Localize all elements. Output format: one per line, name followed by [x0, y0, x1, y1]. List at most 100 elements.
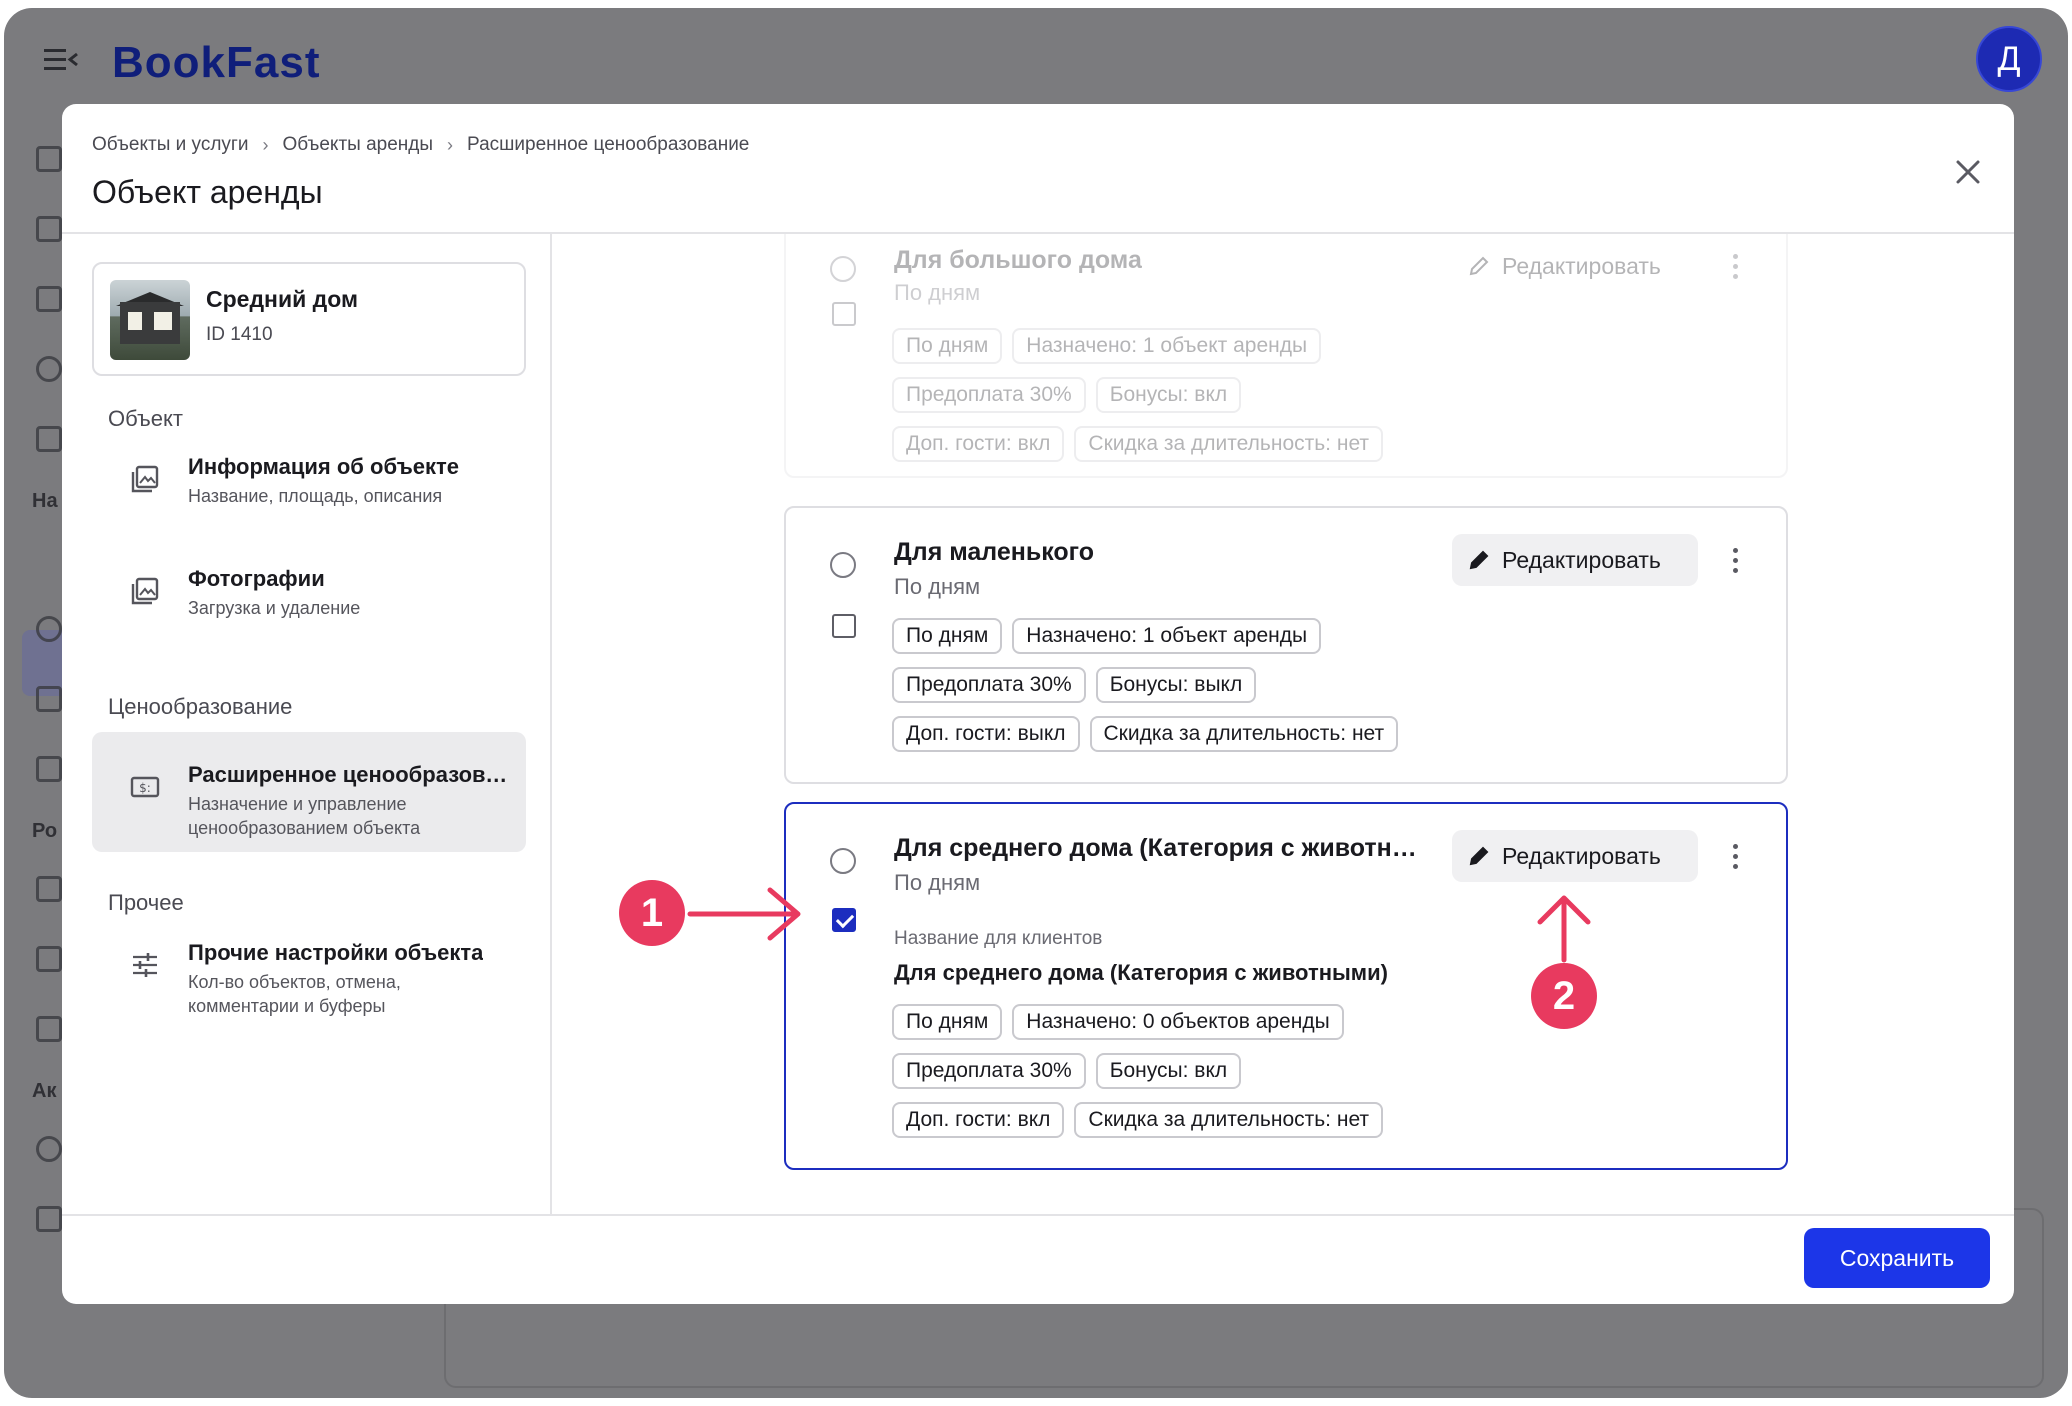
tag-chip: Доп. гости: вкл — [892, 1102, 1065, 1138]
chip-row: Предоплата 30% Бонусы: вкл — [892, 377, 1242, 413]
chip-row: Доп. гости: вкл Скидка за длительность: … — [892, 1102, 1384, 1138]
breadcrumb-item[interactable]: Объекты аренды — [282, 134, 433, 156]
tariff-list: Для большого дома По дням Редактировать … — [554, 234, 2014, 1214]
tariff-name: Для среднего дома (Категория с животными… — [894, 834, 1434, 862]
price-tag-icon: $: — [130, 776, 160, 798]
settings-icon — [36, 1136, 62, 1162]
more-options-icon[interactable] — [1726, 840, 1746, 874]
chip-row: Предоплата 30% Бонусы: вкл — [892, 1053, 1242, 1089]
default-radio[interactable] — [830, 552, 856, 578]
modal-header: Объекты и услуги › Объекты аренды › Расш… — [62, 104, 2014, 234]
book-icon — [36, 286, 62, 312]
logo: BookFast — [112, 38, 321, 87]
image-gallery-icon — [131, 465, 159, 493]
avatar[interactable]: Д — [1976, 26, 2042, 92]
chip-row: По дням Назначено: 0 объектов аренды — [892, 1004, 1344, 1040]
app-window: BookFast Д На Ро Ак Объекты и услуги › О… — [4, 8, 2068, 1398]
more-options-icon[interactable] — [1726, 250, 1746, 284]
nav-item-title: Прочие настройки объекта — [188, 940, 484, 965]
tag-chip: Назначено: 1 объект аренды — [1012, 618, 1322, 654]
nav-item-subtitle: Назначение и управление ценообразованием… — [188, 794, 421, 838]
background-sidebar: На Ро Ак — [4, 118, 72, 1318]
modal-sidebar: Средний дом ID 1410 Объект Информация об… — [62, 234, 552, 1214]
tag-chip: Назначено: 1 объект аренды — [1012, 328, 1322, 364]
tag-chip: Скидка за длительность: нет — [1089, 716, 1399, 752]
breadcrumb-item-current: Расширенное ценообразование — [467, 134, 750, 155]
menu-collapse-icon[interactable] — [44, 46, 78, 74]
tag-chip: Предоплата 30% — [892, 1053, 1086, 1089]
object-id: ID 1410 — [206, 324, 273, 345]
app-header: BookFast Д — [4, 8, 2068, 104]
users-icon — [36, 356, 62, 382]
breadcrumb-item[interactable]: Объекты и услуги — [92, 134, 248, 156]
tag-chip: Доп. гости: вкл — [892, 426, 1065, 462]
tariff-card: Для большого дома По дням Редактировать … — [784, 234, 1788, 478]
tag-chip: Бонусы: вкл — [1095, 1053, 1242, 1089]
tariff-type: По дням — [894, 574, 981, 599]
tariff-card: Для маленького По дням Редактировать По … — [784, 506, 1788, 784]
assign-checkbox[interactable] — [832, 614, 856, 638]
tariff-card-selected: Для среднего дома (Категория с животными… — [784, 802, 1788, 1170]
tag-chip: Бонусы: выкл — [1095, 667, 1257, 703]
assign-checkbox[interactable] — [832, 302, 856, 326]
tag-chip: По дням — [892, 1004, 1003, 1040]
chip-row: По дням Назначено: 1 объект аренды — [892, 328, 1322, 364]
annotation-marker: 1 — [619, 880, 685, 946]
chat-icon — [36, 426, 62, 452]
card-icon — [36, 1206, 62, 1232]
object-summary-card: Средний дом ID 1410 — [92, 262, 526, 376]
tag-chip: Назначено: 0 объектов аренды — [1012, 1004, 1344, 1040]
nav-item-advanced-pricing[interactable]: $: Расширенное ценообразование Назначени… — [92, 732, 526, 852]
bg-section-label: На — [32, 490, 58, 512]
nav-item-title: Информация об объекте — [188, 454, 460, 479]
pencil-icon — [1469, 256, 1489, 276]
rocket-icon — [36, 1016, 62, 1042]
edit-button-label: Редактировать — [1502, 842, 1661, 869]
sliders-icon — [133, 953, 157, 977]
nav-item-subtitle: Название, площадь, описания — [188, 486, 443, 506]
layout-icon — [36, 146, 62, 172]
bg-section-label: Ро — [32, 820, 58, 842]
tag-chip: Предоплата 30% — [892, 377, 1086, 413]
default-radio[interactable] — [830, 848, 856, 874]
edit-button-label: Редактировать — [1502, 546, 1661, 573]
breadcrumb: Объекты и услуги › Объекты аренды › Расш… — [92, 134, 749, 156]
tariff-name: Для большого дома — [894, 246, 1142, 274]
tag-chip: Предоплата 30% — [892, 667, 1086, 703]
edit-button[interactable]: Редактировать — [1452, 534, 1698, 586]
monitor-icon — [36, 686, 62, 712]
nav-item-subtitle: Кол-во объектов, отмена, комментарии и б… — [188, 972, 401, 1016]
assign-checkbox[interactable] — [832, 908, 856, 932]
object-photo — [110, 280, 190, 360]
tag-chip: Бонусы: вкл — [1095, 377, 1242, 413]
tag-chip: Скидка за длительность: нет — [1074, 1102, 1384, 1138]
tariff-name: Для маленького — [894, 538, 1095, 566]
annotation-marker: 2 — [1531, 963, 1597, 1029]
section-label-pricing: Ценообразование — [108, 694, 293, 719]
bg-section-label: Ак — [32, 1080, 57, 1102]
default-radio[interactable] — [830, 256, 856, 282]
rental-object-modal: Объекты и услуги › Объекты аренды › Расш… — [62, 104, 2014, 1304]
nav-item-photos[interactable]: Фотографии Загрузка и удаление — [92, 536, 526, 656]
nav-item-title: Фотографии — [188, 566, 325, 591]
nav-item-title: Расширенное ценообразование — [188, 762, 518, 787]
client-name-label: Название для клиентов — [894, 928, 1103, 949]
edit-button[interactable]: Редактировать — [1452, 240, 1698, 292]
more-options-icon[interactable] — [1726, 544, 1746, 578]
chevron-right-icon: › — [447, 134, 454, 155]
close-icon[interactable] — [1950, 154, 1986, 190]
dashboard-icon — [36, 216, 62, 242]
edit-button-label: Редактировать — [1502, 252, 1661, 279]
nav-item-other-settings[interactable]: Прочие настройки объекта Кол-во объектов… — [92, 910, 526, 1030]
table-icon — [36, 756, 62, 782]
nav-item-subtitle: Загрузка и удаление — [188, 598, 361, 618]
tag-chip: По дням — [892, 618, 1003, 654]
tag-icon — [36, 876, 62, 902]
nav-item-object-info[interactable]: Информация об объекте Название, площадь,… — [92, 424, 526, 544]
image-gallery-icon — [131, 577, 159, 605]
edit-button[interactable]: Редактировать — [1452, 830, 1698, 882]
tariff-type: По дням — [894, 280, 981, 305]
save-button[interactable]: Сохранить — [1804, 1228, 1990, 1288]
chip-row: Предоплата 30% Бонусы: выкл — [892, 667, 1257, 703]
pencil-icon — [1469, 846, 1489, 866]
